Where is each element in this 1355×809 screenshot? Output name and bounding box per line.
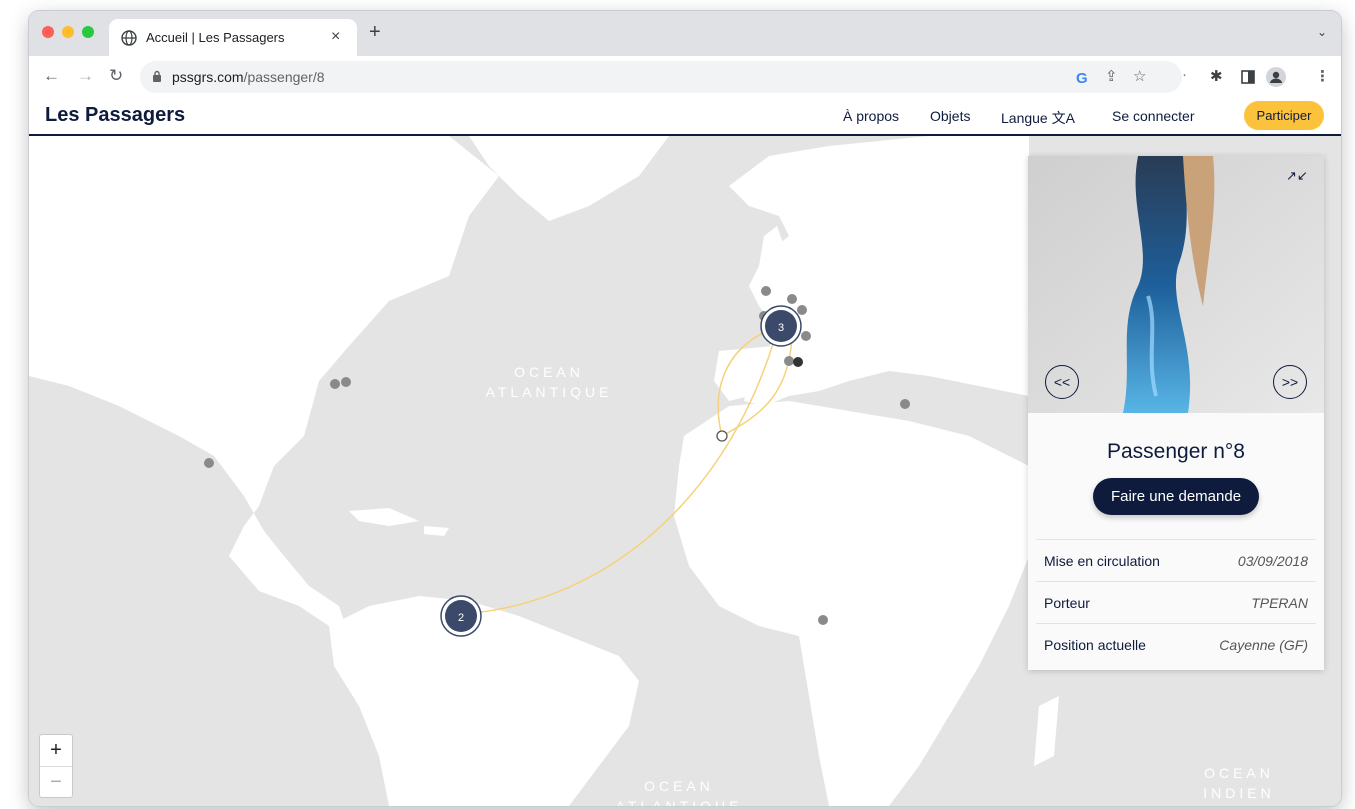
nav-objets[interactable]: Objets xyxy=(930,108,970,124)
marker xyxy=(330,379,340,389)
cluster-cayenne: 2 xyxy=(440,595,482,637)
nav-se-connecter[interactable]: Se connecter xyxy=(1112,108,1195,124)
passenger-title: Passenger n°8 xyxy=(1107,440,1245,463)
info-row-position-actuelle: Position actuelle Cayenne (GF) xyxy=(1036,623,1316,666)
info-value: Cayenne (GF) xyxy=(1219,637,1308,653)
info-value: TPERAN xyxy=(1251,595,1308,611)
landmass-north-america xyxy=(29,136,499,636)
tab-strip: Accueil | Les Passagers × + ⌄ xyxy=(29,11,1341,56)
url-text: pssgrs.com/passenger/8 xyxy=(172,69,325,85)
separator-dot: · xyxy=(1182,66,1187,83)
profile-icon[interactable] xyxy=(1266,67,1286,87)
close-window-button[interactable] xyxy=(42,26,54,38)
cluster-europe-label: 3 xyxy=(778,322,784,334)
sidepanel-icon[interactable] xyxy=(1241,70,1255,84)
star-icon[interactable]: ☆ xyxy=(1133,68,1146,86)
cluster-europe: 3 xyxy=(760,305,802,347)
marker xyxy=(204,458,214,468)
marker xyxy=(341,377,351,387)
faire-demande-button[interactable]: Faire une demande xyxy=(1093,478,1259,515)
close-tab-icon[interactable]: × xyxy=(331,28,340,46)
maximize-window-button[interactable] xyxy=(82,26,94,38)
extensions-icon[interactable]: ✱ xyxy=(1210,68,1223,86)
landmass-south-america xyxy=(329,596,639,806)
info-label: Porteur xyxy=(1044,595,1090,611)
marker xyxy=(784,356,794,366)
url-host: pssgrs.com xyxy=(172,69,244,85)
info-label: Position actuelle xyxy=(1044,637,1146,653)
landmass-madagascar xyxy=(1034,696,1059,766)
next-photo-button[interactable]: >> xyxy=(1273,365,1307,399)
site-header: Les Passagers À propos Objets Langue 文A … xyxy=(29,98,1341,136)
menu-icon[interactable]: ⋮ xyxy=(1315,68,1330,86)
browser-tab[interactable]: Accueil | Les Passagers × xyxy=(109,19,357,56)
marker xyxy=(787,294,797,304)
landmass-greenland xyxy=(469,136,669,221)
nav-apropos[interactable]: À propos xyxy=(843,108,899,124)
lock-icon xyxy=(153,70,161,82)
ocean-atlantique-label: OCEAN ATLANTIQUE xyxy=(485,364,613,400)
google-icon[interactable]: G xyxy=(1076,70,1088,87)
participer-button[interactable]: Participer xyxy=(1244,101,1324,130)
passenger-panel: ↗↙ << >> Passenger n°8 Faire une demande… xyxy=(1028,156,1324,670)
origin-marker xyxy=(716,430,728,442)
tab-title: Accueil | Les Passagers xyxy=(146,30,285,45)
landmass-africa xyxy=(674,401,1029,806)
reload-icon[interactable]: ↻ xyxy=(109,66,123,86)
new-tab-button[interactable]: + xyxy=(369,22,381,42)
minimize-window-button[interactable] xyxy=(62,26,74,38)
info-row-porteur: Porteur TPERAN xyxy=(1036,581,1316,624)
marker-dark xyxy=(793,357,803,367)
marker xyxy=(761,286,771,296)
passenger-photo: ↗↙ << >> xyxy=(1028,156,1324,413)
share-icon[interactable]: ⇪ xyxy=(1105,68,1118,86)
back-icon[interactable]: ← xyxy=(43,66,60,86)
address-bar[interactable]: pssgrs.com/passenger/8 xyxy=(140,61,1182,93)
info-row-mise-en-circulation: Mise en circulation 03/09/2018 xyxy=(1036,539,1316,582)
info-label: Mise en circulation xyxy=(1044,553,1160,569)
info-value: 03/09/2018 xyxy=(1237,553,1308,569)
url-path: /passenger/8 xyxy=(243,69,325,85)
globe-icon xyxy=(121,30,137,46)
tab-search-icon[interactable]: ⌄ xyxy=(1317,25,1327,39)
ocean-atlantique-bottom-label: OCEAN ATLANTIQUE xyxy=(615,778,743,806)
site-logo[interactable]: Les Passagers xyxy=(45,104,185,127)
browser-window: Accueil | Les Passagers × + ⌄ ← → ↻ pssg… xyxy=(29,11,1341,806)
forward-icon[interactable]: → xyxy=(77,66,94,86)
marker xyxy=(801,331,811,341)
previous-photo-button[interactable]: << xyxy=(1045,365,1079,399)
browser-toolbar: ← → ↻ pssgrs.com/passenger/8 G ⇪ ☆ · ✱ ⋮ xyxy=(29,56,1341,98)
zoom-out-button[interactable]: − xyxy=(40,766,72,798)
marker xyxy=(797,305,807,315)
zoom-control: + − xyxy=(39,734,73,798)
ocean-indien-label: OCEAN INDIEN xyxy=(1203,765,1275,801)
marker xyxy=(818,615,828,625)
marker xyxy=(900,399,910,409)
zoom-in-button[interactable]: + xyxy=(40,735,72,766)
cluster-cayenne-label: 2 xyxy=(458,612,464,624)
collapse-icon[interactable]: ↗↙ xyxy=(1286,168,1308,184)
landmass-hispaniola xyxy=(424,526,449,536)
nav-langue[interactable]: Langue 文A xyxy=(1001,108,1075,128)
landmass-cuba xyxy=(349,508,419,526)
